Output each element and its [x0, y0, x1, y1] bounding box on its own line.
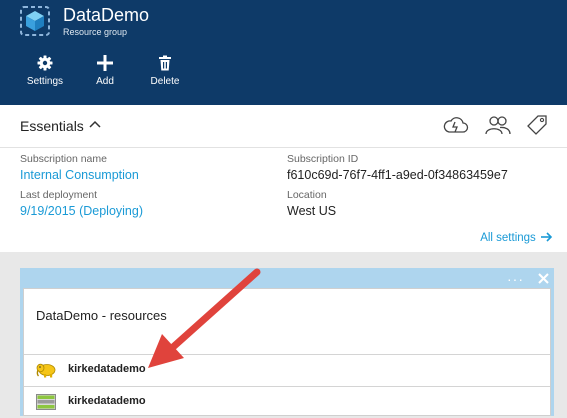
resource-name: kirkedatademo [68, 363, 146, 375]
last-deployment-link[interactable]: 9/19/2015 (Deploying) [20, 204, 143, 218]
settings-button[interactable]: Settings [17, 55, 73, 87]
subscription-id-label: Subscription ID [287, 153, 359, 165]
close-icon[interactable] [538, 273, 549, 284]
location-label: Location [287, 189, 327, 201]
subscription-name-label: Subscription name [20, 153, 107, 165]
add-label: Add [96, 76, 114, 87]
subscription-name-link[interactable]: Internal Consumption [20, 168, 139, 182]
resource-row[interactable]: kirkedatademo [24, 354, 550, 386]
chevron-up-icon[interactable] [89, 120, 101, 128]
last-deployment-label: Last deployment [20, 189, 98, 201]
more-options-button[interactable]: ··· [507, 271, 524, 287]
essentials-title: Essentials [20, 118, 84, 134]
resources-title: DataDemo - resources [36, 308, 167, 323]
page-subtitle: Resource group [63, 27, 128, 37]
all-settings-link[interactable]: All settings [480, 232, 553, 244]
resource-name: kirkedatademo [68, 395, 146, 407]
gear-icon [37, 55, 53, 71]
location-value: West US [287, 204, 337, 218]
storage-account-icon [36, 394, 56, 410]
delete-button[interactable]: Delete [137, 55, 193, 87]
users-icon[interactable] [484, 114, 512, 136]
resource-group-header: DataDemo Resource group Settings Add Del… [0, 0, 567, 105]
trash-icon [159, 55, 171, 71]
resource-group-icon [20, 6, 50, 36]
resources-blade: ··· DataDemo - resources kirkedatademo k… [20, 268, 554, 416]
hadoop-elephant-icon [36, 363, 56, 378]
all-settings-label: All settings [480, 232, 536, 244]
essentials-divider [0, 147, 567, 148]
add-button[interactable]: Add [77, 55, 133, 87]
cloud-icon[interactable] [443, 114, 469, 136]
settings-label: Settings [26, 76, 64, 87]
essentials-panel: Essentials Subscription name Internal Co… [0, 105, 567, 252]
page-title: DataDemo [63, 5, 150, 25]
delete-label: Delete [150, 76, 180, 87]
resource-row[interactable]: kirkedatademo [24, 386, 550, 418]
subscription-id-value: f610c69d-76f7-4ff1-a9ed-0f34863459e7 [287, 168, 508, 182]
resources-list-panel: DataDemo - resources kirkedatademo kirke… [23, 288, 551, 416]
plus-icon [97, 55, 113, 71]
arrow-right-icon [541, 232, 553, 242]
tag-icon[interactable] [525, 114, 549, 136]
